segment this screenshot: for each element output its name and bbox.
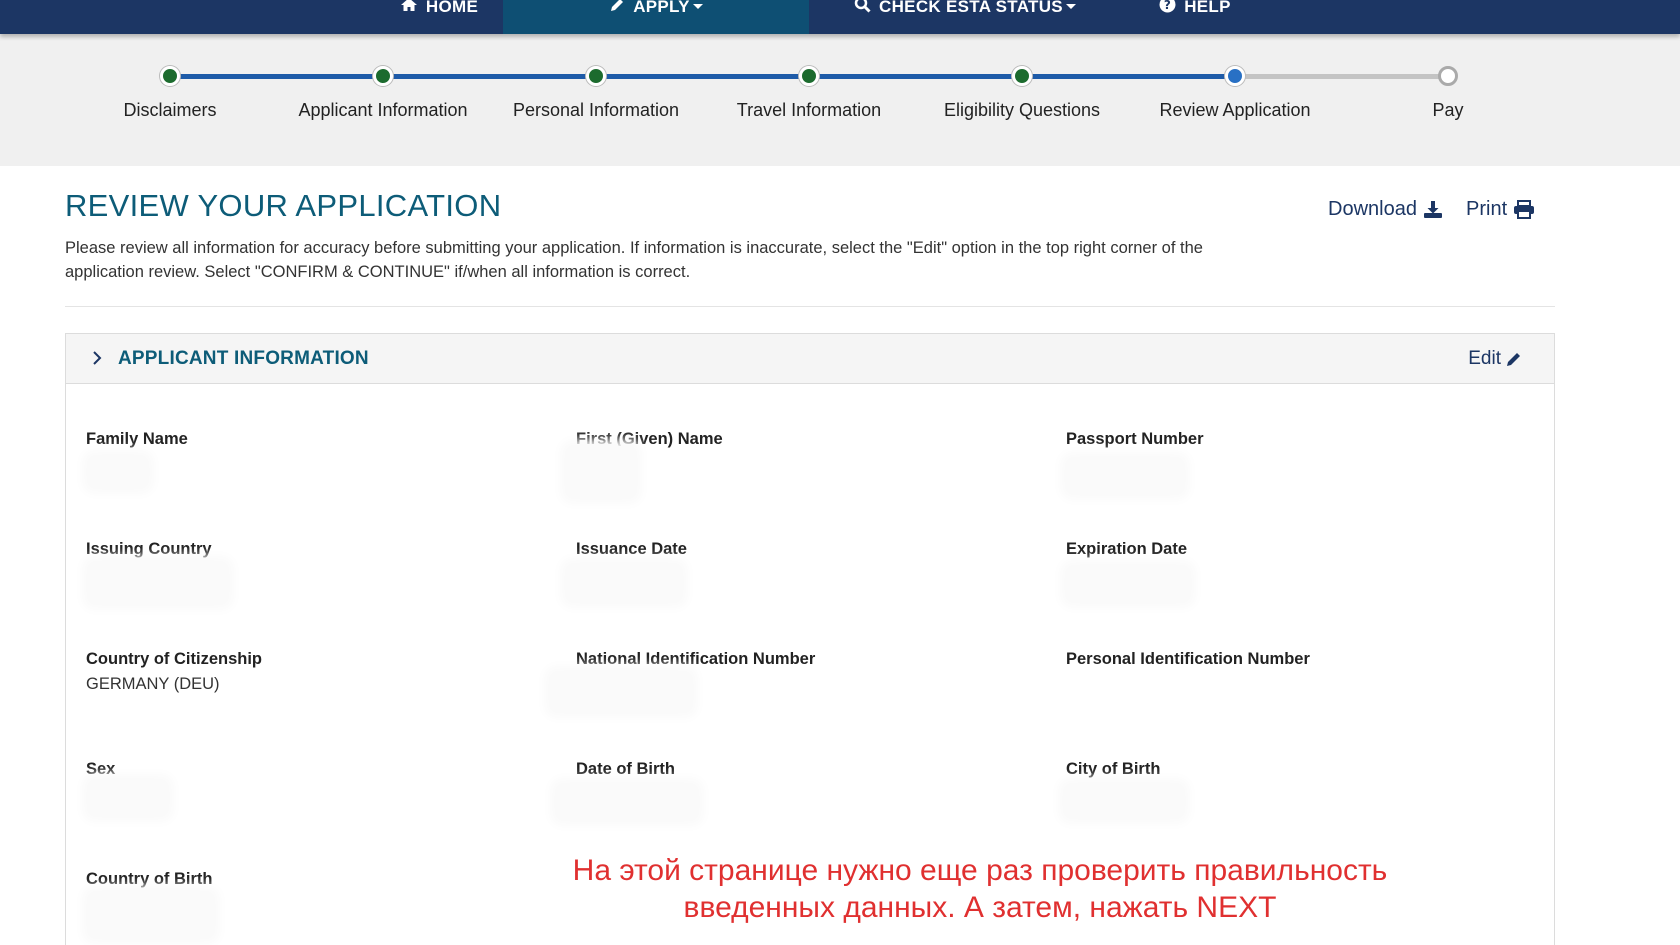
field-label: Passport Number <box>1066 430 1204 448</box>
field-value <box>86 455 526 475</box>
field-label: Issuing Country <box>86 540 212 558</box>
field-label: Country of Citizenship <box>86 650 262 668</box>
field-label: Country of Birth <box>86 870 213 888</box>
progress-stepper: Disclaimers Applicant Information Person… <box>0 34 1680 166</box>
edit-button[interactable]: Edit <box>1468 348 1522 370</box>
edit-label: Edit <box>1468 348 1501 369</box>
pencil-icon <box>1507 353 1520 366</box>
redacted-value <box>88 780 168 816</box>
step-label-applicant-information[interactable]: Applicant Information <box>273 100 493 121</box>
nav-apply-label: APPLY <box>633 0 690 16</box>
redacted-value <box>1066 566 1190 602</box>
redacted-value <box>566 446 636 498</box>
nav-apply[interactable]: APPLY <box>503 0 809 34</box>
field-label: Expiration Date <box>1066 540 1188 558</box>
nav-help[interactable]: ? HELP <box>1145 0 1245 34</box>
instruction-annotation: На этой странице нужно еще раз проверить… <box>480 852 1480 926</box>
field-label: National Identification Number <box>576 650 816 668</box>
chevron-down-icon <box>692 3 703 9</box>
field-country-of-citizenship: Country of Citizenship GERMANY (DEU) <box>86 650 526 695</box>
step-label-pay: Pay <box>1432 100 1464 120</box>
search-icon <box>854 0 871 16</box>
redacted-value <box>88 562 228 604</box>
field-personal-id: Personal Identification Number <box>1066 650 1506 695</box>
field-label: Date of Birth <box>576 760 675 778</box>
step-dot-applicant-information <box>373 66 393 86</box>
redacted-value <box>88 456 148 488</box>
page-title: REVIEW YOUR APPLICATION <box>65 188 502 223</box>
field-label: City of Birth <box>1066 760 1161 778</box>
step-label-disclaimers[interactable]: Disclaimers <box>60 100 280 121</box>
download-icon <box>1423 201 1442 218</box>
redacted-value <box>1066 458 1184 494</box>
redacted-value <box>550 672 692 712</box>
question-circle-icon: ? <box>1159 0 1176 16</box>
annotation-line-1: На этой странице нужно еще раз проверить… <box>572 854 1388 887</box>
progress-track-complete <box>170 74 1235 79</box>
field-label: Family Name <box>86 430 188 448</box>
pencil-icon <box>609 0 625 16</box>
step-dot-pay <box>1438 66 1458 86</box>
annotation-line-2: введенных данных. А затем, нажать NEXT <box>683 891 1277 924</box>
nav-check-status-label: CHECK ESTA STATUS <box>879 0 1063 16</box>
home-icon <box>400 0 418 15</box>
step-label-personal-information[interactable]: Personal Information <box>486 100 706 121</box>
svg-text:?: ? <box>1164 0 1171 12</box>
step-label-eligibility-questions[interactable]: Eligibility Questions <box>912 100 1132 121</box>
print-button[interactable]: Print <box>1466 198 1535 221</box>
redacted-value <box>566 564 682 602</box>
progress-track-remaining <box>1235 74 1448 79</box>
field-label: Personal Identification Number <box>1066 650 1310 668</box>
step-label-travel-information[interactable]: Travel Information <box>699 100 919 121</box>
step-dot-eligibility-questions <box>1012 66 1032 86</box>
download-button[interactable]: Download <box>1328 198 1443 221</box>
field-value <box>576 455 1016 475</box>
field-label: Issuance Date <box>576 540 687 558</box>
step-label-review-application: Review Application <box>1159 100 1311 120</box>
step-dot-travel-information <box>799 66 819 86</box>
field-value <box>1066 675 1506 695</box>
step-dot-personal-information <box>586 66 606 86</box>
redacted-value <box>556 784 698 820</box>
printer-icon <box>1514 200 1535 219</box>
print-label: Print <box>1466 198 1508 220</box>
field-label: Sex <box>86 760 116 778</box>
top-navigation: HOME APPLY CHECK ESTA STATUS ? HELP <box>0 0 1680 34</box>
panel-title: APPLICANT INFORMATION <box>118 348 369 369</box>
redacted-value <box>88 892 214 938</box>
nav-home[interactable]: HOME <box>380 0 498 34</box>
header-divider <box>65 306 1555 307</box>
step-dot-disclaimers <box>160 66 180 86</box>
redacted-value <box>1064 784 1184 818</box>
nav-home-label: HOME <box>425 0 479 16</box>
field-label: First (Given) Name <box>576 430 723 448</box>
chevron-right-icon <box>93 351 102 365</box>
page-intro: Please review all information for accura… <box>65 239 1203 281</box>
field-first-name: First (Given) Name <box>576 430 1016 475</box>
nav-help-label: HELP <box>1184 0 1231 16</box>
panel-header[interactable]: APPLICANT INFORMATION Edit <box>66 334 1554 384</box>
nav-check-status[interactable]: CHECK ESTA STATUS <box>840 0 1090 34</box>
chevron-down-icon <box>1065 3 1076 9</box>
field-value: GERMANY (DEU) <box>86 675 220 693</box>
step-dot-review-application <box>1225 66 1245 86</box>
download-label: Download <box>1328 198 1417 220</box>
field-family-name: Family Name <box>86 430 526 475</box>
